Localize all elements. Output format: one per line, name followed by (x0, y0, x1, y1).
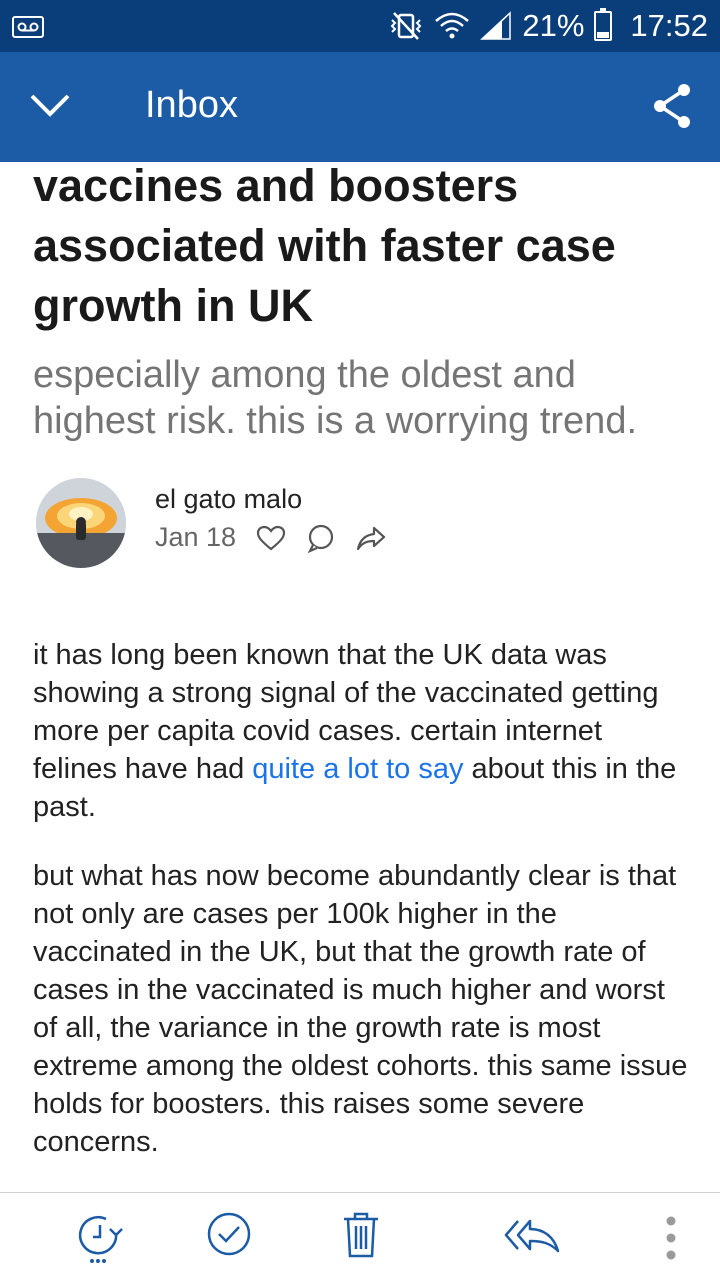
signal-icon (480, 11, 512, 41)
article-body: it has long been known that the UK data … (33, 636, 693, 1192)
heart-icon[interactable] (256, 524, 286, 552)
author-row: el gato malo Jan 18 (33, 478, 693, 568)
voicemail-icon (12, 16, 44, 38)
bottom-toolbar (0, 1192, 720, 1281)
snooze-icon[interactable] (76, 1211, 124, 1270)
post-date: Jan 18 (155, 522, 237, 552)
article-headline: vaccines and boosters associated with fa… (33, 160, 616, 331)
comment-icon[interactable] (306, 523, 336, 553)
vibrate-icon (388, 11, 424, 41)
quite-a-lot-to-say-link[interactable]: quite a lot to say (252, 753, 463, 785)
reply-all-icon[interactable] (504, 1219, 560, 1258)
app-bar: Inbox (0, 52, 720, 162)
battery-icon (594, 8, 613, 41)
clock: 17:52 (630, 8, 708, 43)
app-bar-title: Inbox (145, 84, 238, 126)
paragraph-2: but what has now become abundantly clear… (33, 860, 688, 1158)
wifi-icon (434, 11, 470, 41)
status-bar: 21% 17:52 (0, 0, 720, 52)
more-vert-icon[interactable] (664, 1215, 678, 1266)
author-name[interactable]: el gato malo (155, 484, 302, 515)
article-subtitle: especially among the oldest and highest … (33, 354, 638, 442)
share-icon[interactable] (650, 82, 694, 130)
battery-percent: 21% (522, 8, 585, 43)
trash-icon[interactable] (342, 1211, 380, 1264)
paragraph-1: it has long been known that the UK data … (33, 636, 693, 826)
share-arrow-icon[interactable] (356, 524, 386, 552)
avatar[interactable] (36, 478, 126, 568)
chevron-down-icon[interactable] (28, 88, 72, 124)
mark-done-icon[interactable] (206, 1211, 252, 1262)
